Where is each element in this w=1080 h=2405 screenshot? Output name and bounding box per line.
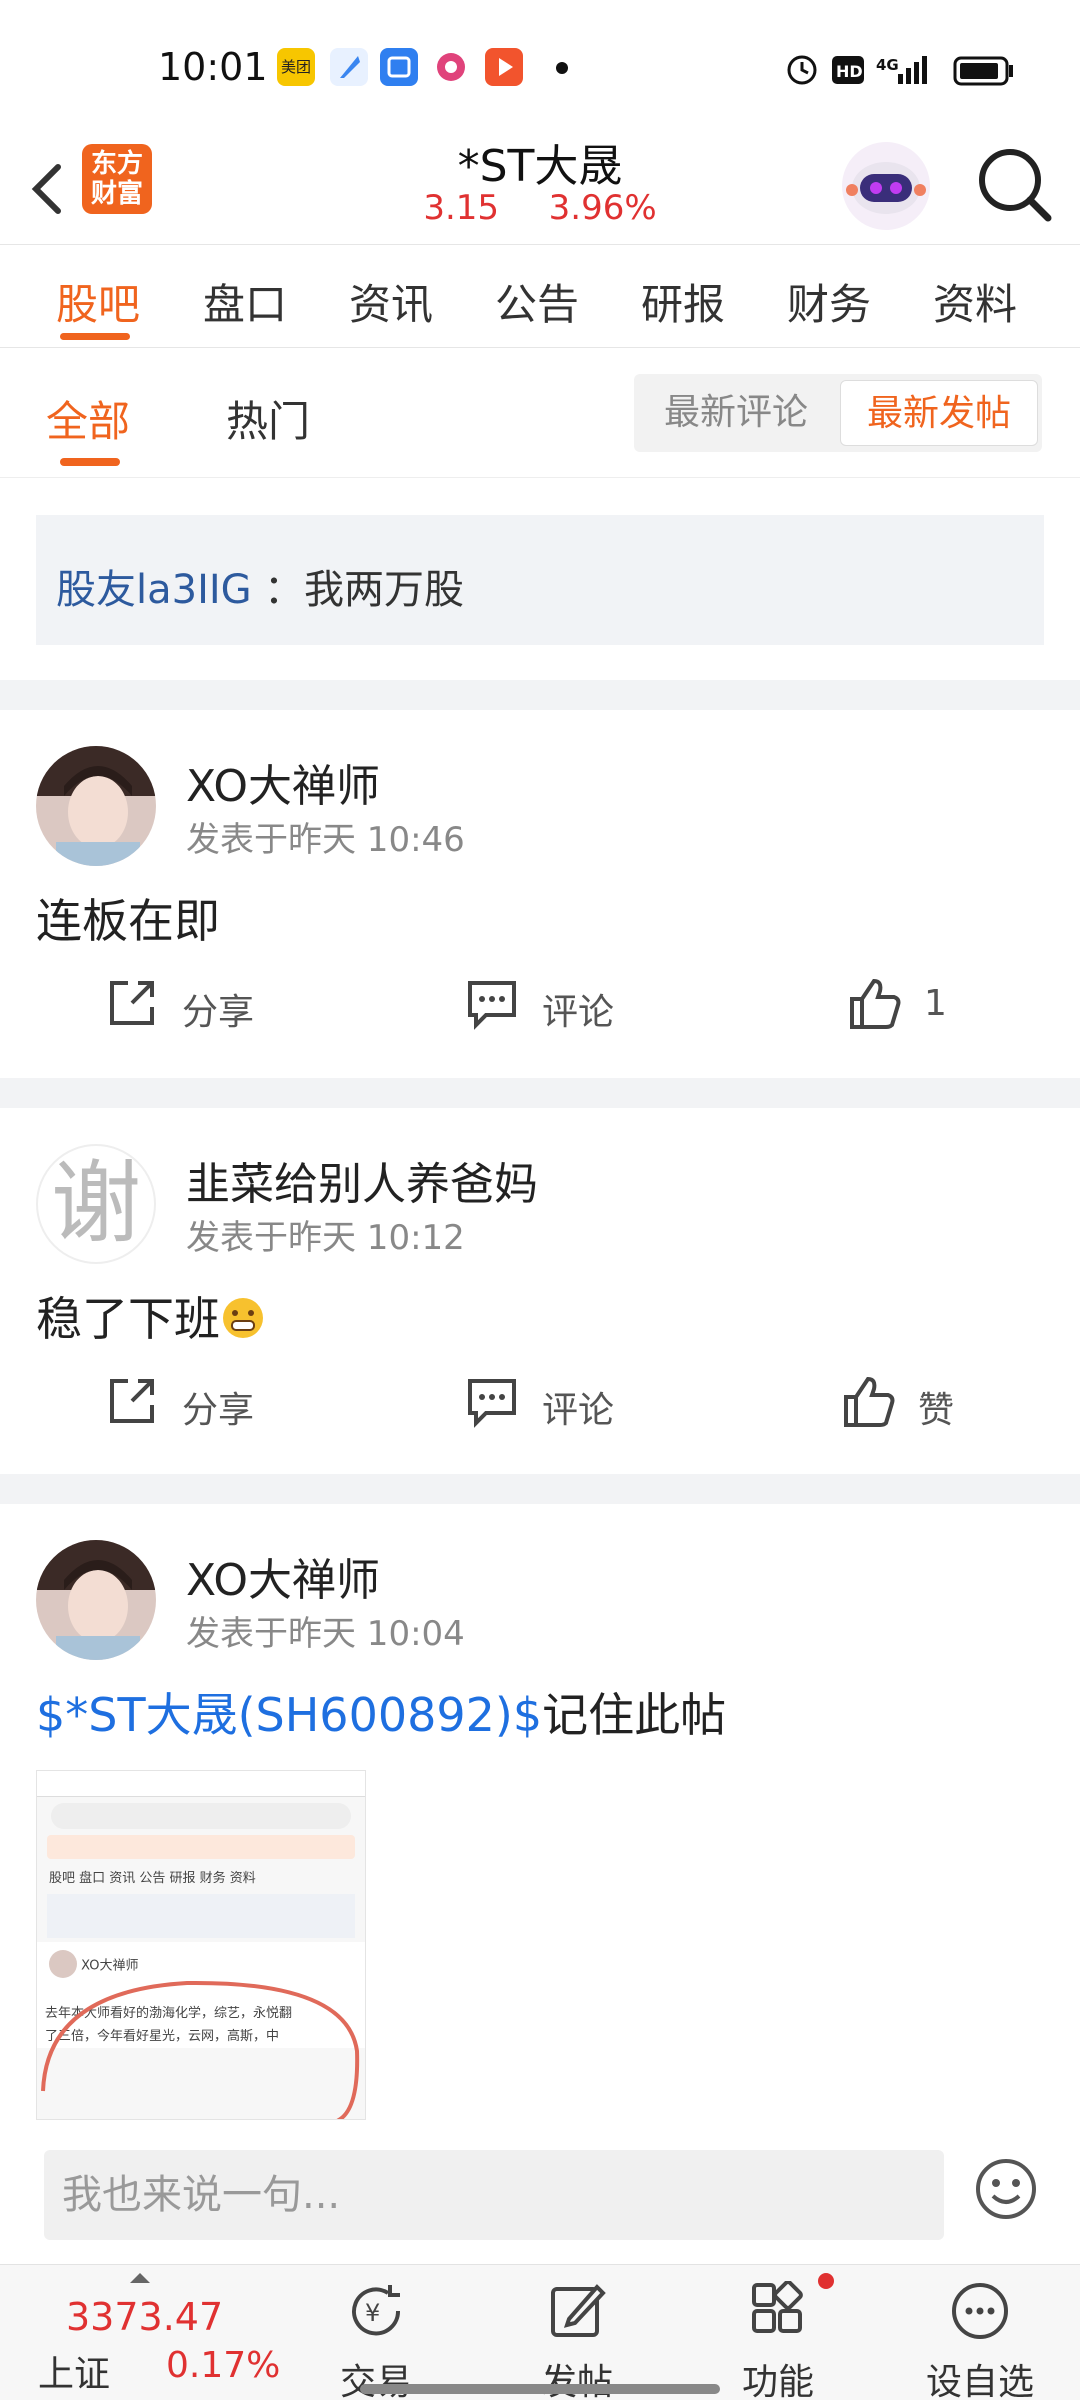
eastmoney-logo[interactable]: 东方 财富 xyxy=(82,144,152,214)
post-card[interactable]: XO大禅师 发表于昨天 10:46 连板在即 分享 评论 1 xyxy=(0,710,1080,1078)
stock-header: 东方 财富 *ST大晟 3.15 3.96% xyxy=(0,130,1080,245)
sort-latest-comment-button[interactable]: 最新评论 xyxy=(634,380,838,446)
notice-username[interactable]: 股友la3IIG xyxy=(56,557,252,615)
nav-functions-label: 功能 xyxy=(741,2362,814,2403)
tab-finance[interactable]: 财务 xyxy=(787,271,871,332)
camera-app-icon xyxy=(432,48,470,86)
share-label: 分享 xyxy=(182,1390,255,1431)
nav-trade-label: 交易 xyxy=(339,2362,412,2403)
svg-text:4G: 4G xyxy=(876,56,899,74)
main-tabs: 股吧 盘口 资讯 公告 研报 财务 资料 xyxy=(0,245,1080,348)
tab-research[interactable]: 研报 xyxy=(641,271,725,332)
share-icon xyxy=(110,1379,154,1423)
nav-add-watchlist-label: 设自选 xyxy=(925,2362,1034,2403)
like-label: 赞 xyxy=(918,1390,955,1431)
tab-guba[interactable]: 股吧 xyxy=(56,271,140,332)
notification-dot-icon xyxy=(556,62,568,74)
nav-post-label: 发帖 xyxy=(540,2362,613,2403)
post-username[interactable]: 韭菜给别人养爸妈 xyxy=(186,1148,538,1212)
thumbs-up-icon xyxy=(844,1376,895,1427)
stock-title: *ST大晟 xyxy=(457,141,623,192)
avatar[interactable] xyxy=(36,1540,156,1660)
comment-icon xyxy=(468,1379,516,1428)
home-indicator[interactable] xyxy=(360,2384,720,2394)
status-icons: HD 4G xyxy=(787,55,1013,86)
index-name[interactable]: 上证 xyxy=(38,2345,110,2397)
post-username[interactable]: XO大禅师 xyxy=(186,750,380,814)
latest-comment-notice[interactable]: 股友la3IIG ：我两万股 xyxy=(36,515,1044,645)
divider xyxy=(0,1474,1080,1504)
tab-pankou[interactable]: 盘口 xyxy=(203,271,287,332)
nav-functions[interactable]: 功能 xyxy=(708,2273,848,2403)
feather-app-icon xyxy=(330,48,368,86)
post-username[interactable]: XO大禅师 xyxy=(186,1544,380,1608)
stock-price-row: 3.15 3.96% xyxy=(340,188,740,228)
grinning-emoji-icon xyxy=(223,1298,263,1338)
post-time: 发表于昨天 10:46 xyxy=(186,820,465,860)
avatar[interactable]: 谢 xyxy=(36,1144,156,1264)
meituan-app-icon: 美团 xyxy=(277,48,315,86)
tab-profile[interactable]: 资料 xyxy=(933,271,1017,332)
svg-text:¥: ¥ xyxy=(365,2299,380,2327)
subtab-all[interactable]: 全部 xyxy=(46,388,130,449)
grid-icon xyxy=(752,2281,803,2333)
window-app-icon xyxy=(380,48,418,86)
caret-up-icon xyxy=(130,2273,150,2283)
share-label: 分享 xyxy=(182,992,255,1033)
bottom-nav: 3373.47 上证 0.17% ¥ 交易 发帖 功能 设自选 xyxy=(0,2264,1080,2403)
like-count: 1 xyxy=(924,983,947,1024)
index-change[interactable]: 0.17% xyxy=(166,2345,280,2386)
emoji-icon[interactable] xyxy=(973,2156,1039,2222)
status-bar: 10:01 美团 HD 4G xyxy=(0,0,1080,130)
comment-label: 评论 xyxy=(542,992,615,1033)
divider xyxy=(0,680,1080,710)
active-subtab-indicator xyxy=(60,458,120,466)
nav-trade[interactable]: ¥ 交易 xyxy=(306,2273,446,2403)
status-time: 10:01 xyxy=(158,45,268,89)
comment-input[interactable]: 我也来说一句... xyxy=(44,2150,944,2240)
video-app-icon xyxy=(485,48,523,86)
tab-news[interactable]: 资讯 xyxy=(349,271,433,332)
post-image-thumbnail[interactable]: 股吧 盘口 资讯 公告 研报 财务 资料 XO大禅师 去年本大师看好的渤海化学，… xyxy=(36,1770,366,2120)
post-card[interactable]: XO大禅师 发表于昨天 10:04 $*ST大晟(SH600892)$记住此帖 … xyxy=(0,1504,1080,2120)
comment-label: 评论 xyxy=(542,1390,615,1431)
stock-change: 3.96% xyxy=(548,188,657,228)
red-circle-annotation xyxy=(41,1980,360,2119)
notification-dot xyxy=(818,2273,834,2289)
comment-icon xyxy=(468,981,516,1030)
stock-link[interactable]: $*ST大晟(SH600892)$ xyxy=(36,1688,542,1742)
thumbs-up-icon xyxy=(850,978,901,1029)
chevron-left-icon[interactable] xyxy=(20,145,80,229)
more-icon xyxy=(952,2283,1008,2339)
stock-price: 3.15 xyxy=(423,188,500,228)
divider xyxy=(0,1078,1080,1108)
post-content: $*ST大晟(SH600892)$记住此帖 xyxy=(36,1688,727,1742)
avatar[interactable] xyxy=(36,746,156,866)
svg-text:HD: HD xyxy=(836,62,863,81)
post-content: 连板在即 xyxy=(36,894,220,948)
active-tab-indicator xyxy=(60,333,130,340)
post-time: 发表于昨天 10:04 xyxy=(186,1614,465,1654)
index-value[interactable]: 3373.47 xyxy=(66,2295,223,2339)
search-icon[interactable] xyxy=(970,140,1060,230)
post-card[interactable]: 谢 韭菜给别人养爸妈 发表于昨天 10:12 稳了下班 分享 评论 赞 xyxy=(0,1108,1080,1474)
nav-add-watchlist[interactable]: 设自选 xyxy=(910,2273,1050,2403)
post-content: 稳了下班 xyxy=(36,1283,266,1349)
nav-post[interactable]: 发帖 xyxy=(507,2273,647,2403)
robot-avatar-icon[interactable] xyxy=(838,138,934,234)
sub-tabs: 全部 热门 最新评论 最新发帖 xyxy=(0,348,1080,478)
edit-icon xyxy=(551,2284,606,2337)
post-time: 发表于昨天 10:12 xyxy=(186,1218,465,1258)
share-icon xyxy=(110,981,154,1025)
thumbnail-tabs: 股吧 盘口 资讯 公告 研报 财务 资料 xyxy=(49,1871,256,1886)
comment-input-bar: 我也来说一句... xyxy=(0,2120,1080,2270)
sort-latest-post-button[interactable]: 最新发帖 xyxy=(840,380,1038,446)
tab-announcements[interactable]: 公告 xyxy=(495,271,579,332)
trade-icon: ¥ xyxy=(352,2285,401,2336)
notice-text: ：我两万股 xyxy=(264,567,464,613)
subtab-hot[interactable]: 热门 xyxy=(226,388,310,449)
sort-toggle: 最新评论 最新发帖 xyxy=(634,374,1042,452)
